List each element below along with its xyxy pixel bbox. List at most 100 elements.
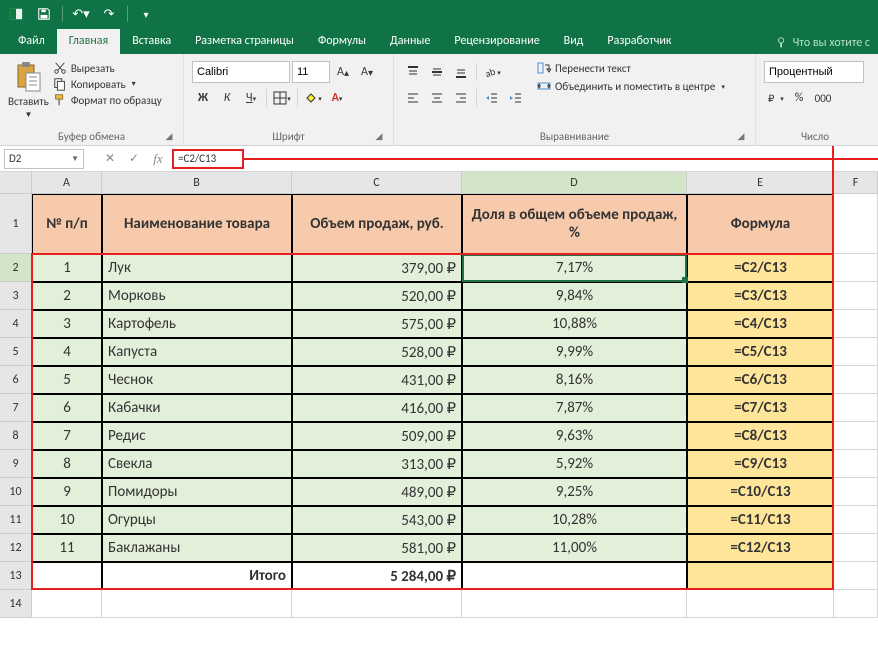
cell-a10[interactable]: 9 <box>32 478 102 506</box>
align-bottom-icon[interactable] <box>450 61 472 83</box>
merge-center-button[interactable]: Объединить и поместить в центре▾ <box>537 79 725 93</box>
cell-f4[interactable] <box>834 310 878 338</box>
cell-c3[interactable]: 520,00 ₽ <box>292 282 462 310</box>
row-header-10[interactable]: 10 <box>0 478 32 506</box>
cell-c11[interactable]: 543,00 ₽ <box>292 506 462 534</box>
cell-a11[interactable]: 10 <box>32 506 102 534</box>
align-left-icon[interactable] <box>402 87 424 109</box>
cell-a2[interactable]: 1 <box>32 254 102 282</box>
customize-qat-icon[interactable]: ▾ <box>134 2 158 26</box>
align-middle-icon[interactable] <box>426 61 448 83</box>
cell-a1[interactable]: № п/п <box>32 194 102 254</box>
cell-f13[interactable] <box>834 562 878 590</box>
cell-d7[interactable]: 7,87% <box>462 394 687 422</box>
cell-f3[interactable] <box>834 282 878 310</box>
cell-c4[interactable]: 575,00 ₽ <box>292 310 462 338</box>
row-header-12[interactable]: 12 <box>0 534 32 562</box>
format-painter-button[interactable]: Формат по образцу <box>53 93 162 107</box>
cell-f11[interactable] <box>834 506 878 534</box>
row-header-13[interactable]: 13 <box>0 562 32 590</box>
cell-b4[interactable]: Картофель <box>102 310 292 338</box>
cell-e7[interactable]: =C7/C13 <box>687 394 834 422</box>
font-size-select[interactable] <box>292 61 330 83</box>
cell-a14[interactable] <box>32 590 102 618</box>
row-header-7[interactable]: 7 <box>0 394 32 422</box>
cell-e14[interactable] <box>687 590 834 618</box>
cell-d9[interactable]: 5,92% <box>462 450 687 478</box>
font-name-select[interactable] <box>192 61 290 83</box>
italic-button[interactable]: К <box>216 87 238 109</box>
tab-insert[interactable]: Вставка <box>120 29 183 54</box>
increase-font-icon[interactable]: A▴ <box>332 61 354 83</box>
orientation-button[interactable]: ab▾ <box>481 61 503 83</box>
cell-d12[interactable]: 11,00% <box>462 534 687 562</box>
row-header-5[interactable]: 5 <box>0 338 32 366</box>
enter-formula-icon[interactable]: ✓ <box>122 149 146 169</box>
font-launcher-icon[interactable]: ◢ <box>373 131 385 143</box>
cell-a12[interactable]: 11 <box>32 534 102 562</box>
tab-file[interactable]: Файл <box>6 29 57 54</box>
col-header-f[interactable]: F <box>834 172 878 194</box>
cell-a5[interactable]: 4 <box>32 338 102 366</box>
cut-button[interactable]: Вырезать <box>53 61 162 75</box>
formula-input[interactable]: =C2/C13 <box>172 149 244 169</box>
cell-a6[interactable]: 5 <box>32 366 102 394</box>
underline-button[interactable]: Ч▾ <box>240 87 262 109</box>
cell-c9[interactable]: 313,00 ₽ <box>292 450 462 478</box>
cell-f6[interactable] <box>834 366 878 394</box>
tab-review[interactable]: Рецензирование <box>442 29 551 54</box>
tab-page-layout[interactable]: Разметка страницы <box>183 29 306 54</box>
cell-d3[interactable]: 9,84% <box>462 282 687 310</box>
cell-c12[interactable]: 581,00 ₽ <box>292 534 462 562</box>
save-icon[interactable] <box>32 2 56 26</box>
row-header-4[interactable]: 4 <box>0 310 32 338</box>
cell-d2[interactable]: 7,17% <box>462 254 687 282</box>
cell-b9[interactable]: Свекла <box>102 450 292 478</box>
redo-icon[interactable]: ↷ <box>97 2 121 26</box>
bold-button[interactable]: Ж <box>192 87 214 109</box>
cell-f7[interactable] <box>834 394 878 422</box>
col-header-d[interactable]: D <box>462 172 687 194</box>
col-header-e[interactable]: E <box>687 172 834 194</box>
increase-indent-icon[interactable] <box>505 87 527 109</box>
col-header-a[interactable]: A <box>32 172 102 194</box>
font-color-button[interactable]: A▾ <box>326 87 348 109</box>
cell-c14[interactable] <box>292 590 462 618</box>
cell-d10[interactable]: 9,25% <box>462 478 687 506</box>
cell-c10[interactable]: 489,00 ₽ <box>292 478 462 506</box>
wrap-text-button[interactable]: Перенести текст <box>537 61 725 75</box>
cell-d14[interactable] <box>462 590 687 618</box>
cell-b13[interactable]: Итого <box>102 562 292 590</box>
tab-view[interactable]: Вид <box>552 29 596 54</box>
cell-d5[interactable]: 9,99% <box>462 338 687 366</box>
copy-button[interactable]: Копировать▾ <box>53 77 162 91</box>
row-header-8[interactable]: 8 <box>0 422 32 450</box>
row-header-2[interactable]: 2 <box>0 254 32 282</box>
paste-button[interactable]: Вставить ▼ <box>8 57 49 120</box>
cell-c1[interactable]: Объем продаж, руб. <box>292 194 462 254</box>
cell-e12[interactable]: =C12/C13 <box>687 534 834 562</box>
cell-d6[interactable]: 8,16% <box>462 366 687 394</box>
undo-icon[interactable]: ↶▾ <box>69 2 93 26</box>
col-header-b[interactable]: B <box>102 172 292 194</box>
row-header-11[interactable]: 11 <box>0 506 32 534</box>
tab-developer[interactable]: Разработчик <box>595 29 683 54</box>
cell-e5[interactable]: =C5/C13 <box>687 338 834 366</box>
cell-d8[interactable]: 9,63% <box>462 422 687 450</box>
tell-me-search[interactable]: Что вы хотите с <box>767 32 878 54</box>
insert-function-icon[interactable]: fx <box>146 149 170 169</box>
cell-a7[interactable]: 6 <box>32 394 102 422</box>
cell-e2[interactable]: =C2/C13 <box>687 254 834 282</box>
cell-e10[interactable]: =C10/C13 <box>687 478 834 506</box>
cell-f8[interactable] <box>834 422 878 450</box>
cell-f1[interactable] <box>834 194 878 254</box>
cell-e6[interactable]: =C6/C13 <box>687 366 834 394</box>
cell-c5[interactable]: 528,00 ₽ <box>292 338 462 366</box>
comma-button[interactable]: 000 <box>812 87 834 109</box>
cell-f10[interactable] <box>834 478 878 506</box>
row-header-6[interactable]: 6 <box>0 366 32 394</box>
cell-b3[interactable]: Морковь <box>102 282 292 310</box>
cell-grid[interactable]: № п/п Наименование товара Объем продаж, … <box>32 194 878 618</box>
cancel-formula-icon[interactable]: ✕ <box>98 149 122 169</box>
cell-e3[interactable]: =C3/C13 <box>687 282 834 310</box>
